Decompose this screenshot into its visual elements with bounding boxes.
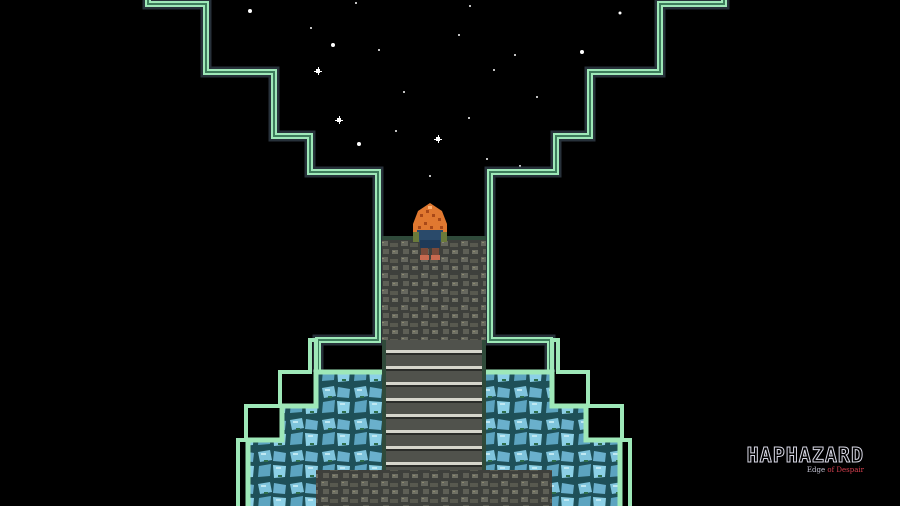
watermark-logo: HAPHAZARD Edge of Despair	[746, 443, 864, 475]
lower-floor	[316, 470, 552, 506]
logo-subtitle: Edge of Despair	[747, 466, 864, 474]
logo-subtitle-prefix: Edge	[806, 466, 828, 474]
logo-title: HAPHAZARD	[746, 443, 864, 468]
starfield	[248, 2, 622, 177]
left-cliff-edge	[142, 0, 384, 372]
right-cliff-edge	[484, 0, 730, 372]
game-scene	[142, 0, 730, 506]
logo-subtitle-suffix: Despair	[834, 466, 864, 474]
game-viewport[interactable]: HAPHAZARD Edge of Despair	[0, 0, 900, 506]
staircase[interactable]	[382, 340, 486, 470]
